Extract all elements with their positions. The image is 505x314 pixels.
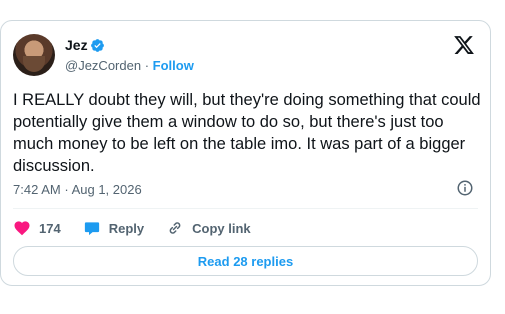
follow-link[interactable]: Follow — [153, 58, 194, 73]
reply-bubble-icon — [84, 222, 99, 236]
post-timestamp[interactable]: 7:42 AM · Aug 1, 2026 — [13, 182, 142, 197]
author-handle[interactable]: @JezCorden — [65, 58, 141, 73]
author-name[interactable]: Jez — [65, 37, 88, 54]
heart-icon — [14, 221, 30, 236]
post-date: Aug 1, 2026 — [71, 182, 142, 197]
read-replies-button[interactable]: Read 28 replies — [13, 246, 478, 276]
like-count: 174 — [39, 220, 61, 236]
x-logo-icon[interactable] — [453, 34, 475, 56]
reply-label: Reply — [108, 220, 145, 236]
embedded-post-card: Jez @JezCorden · Follow I REALLY doubt t… — [0, 20, 491, 286]
timestamp-separator: · — [64, 182, 69, 197]
avatar-beard — [23, 56, 45, 72]
link-icon — [169, 222, 181, 234]
action-bar: 174 Reply Copy link — [13, 217, 273, 239]
divider — [13, 208, 478, 209]
handle-separator: · — [144, 58, 150, 73]
copy-link-label: Copy link — [192, 220, 251, 236]
avatar[interactable] — [13, 34, 55, 76]
post-time: 7:42 AM — [13, 182, 61, 197]
like-button[interactable]: 174 — [13, 219, 61, 237]
info-icon[interactable] — [456, 179, 474, 197]
copy-link-button[interactable]: Copy link — [166, 219, 251, 237]
reply-button[interactable]: Reply — [83, 219, 144, 237]
post-text: I REALLY doubt they will, but they're do… — [13, 91, 481, 175]
handle-row: @JezCorden · Follow — [65, 58, 194, 74]
verified-badge-icon — [91, 39, 104, 52]
